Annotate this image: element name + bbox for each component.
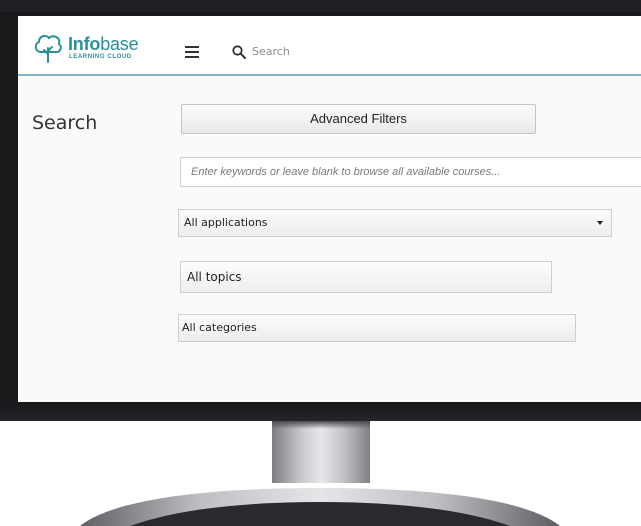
logo-tree-icon xyxy=(34,34,62,63)
app-header: Infobase LEARNING CLOUD Search xyxy=(18,16,641,76)
monitor-stand-neck xyxy=(272,421,370,483)
screen: Infobase LEARNING CLOUD Search Search Ad… xyxy=(18,16,641,402)
search-icon[interactable] xyxy=(232,45,246,59)
topics-select[interactable]: All topics xyxy=(180,261,552,293)
monitor-bottom-bezel xyxy=(0,402,641,421)
keyword-search-input[interactable]: Enter keywords or leave blank to browse … xyxy=(180,157,641,187)
monitor-neck-shadow xyxy=(272,421,370,429)
monitor-stand-base xyxy=(70,480,570,526)
categories-select[interactable]: All categories xyxy=(178,314,576,342)
menu-icon[interactable] xyxy=(185,46,199,58)
logo-brand-bold: Info xyxy=(68,34,101,54)
page-title: Search xyxy=(32,112,98,134)
applications-select[interactable]: All applications xyxy=(178,209,612,237)
header-search-input[interactable]: Search xyxy=(252,45,290,58)
monitor-top-edge xyxy=(0,0,641,12)
logo-brand-light: base xyxy=(100,34,139,54)
topics-select-value: All topics xyxy=(187,270,242,284)
logo-wordmark: Infobase xyxy=(68,34,139,55)
applications-select-value: All applications xyxy=(184,216,268,229)
monitor-frame: Infobase LEARNING CLOUD Search Search Ad… xyxy=(0,0,641,421)
logo[interactable]: Infobase LEARNING CLOUD xyxy=(32,32,162,64)
advanced-filters-button[interactable]: Advanced Filters xyxy=(181,104,536,134)
categories-select-value: All categories xyxy=(182,321,257,334)
dropdown-caret-icon xyxy=(597,221,603,225)
logo-tagline: LEARNING CLOUD xyxy=(69,54,132,60)
